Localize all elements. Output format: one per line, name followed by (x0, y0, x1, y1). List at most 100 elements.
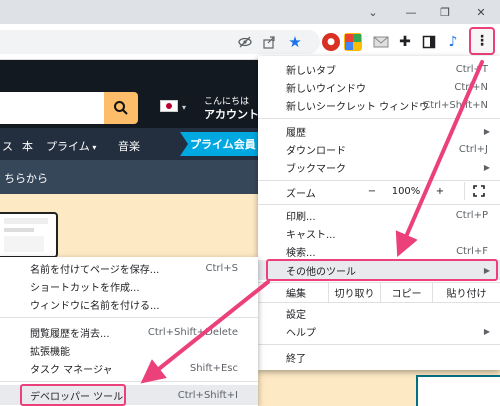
menu-item-label: ショートカットを作成... (30, 282, 140, 294)
menu-more-tools[interactable]: その他のツール ▶ (258, 260, 500, 280)
address-bar[interactable]: ★ (0, 30, 320, 54)
search-icon (114, 101, 128, 115)
menu-item-label: その他のツール (286, 266, 356, 278)
account-link[interactable]: アカウント (204, 106, 259, 122)
extension-red-icon[interactable]: ● (322, 33, 340, 51)
share-icon[interactable] (260, 33, 278, 51)
menu-item-label: 検索... (286, 247, 316, 259)
menu-cast[interactable]: キャスト... (258, 224, 500, 242)
menu-divider (0, 317, 258, 318)
chrome-menu-button[interactable]: ⋮ (469, 27, 495, 55)
menu-item-label: 終了 (286, 353, 306, 365)
menu-help[interactable]: ヘルプ ▶ (258, 322, 500, 340)
eye-off-icon[interactable] (236, 33, 254, 51)
minimize-button[interactable]: — (394, 0, 428, 24)
chevron-right-icon: ▶ (483, 126, 490, 136)
menu-shortcut: Ctrl+Shift+Delete (147, 326, 238, 338)
extension-mail-icon[interactable] (372, 33, 390, 51)
chevron-down-icon: ▾ (89, 143, 97, 152)
fullscreen-button[interactable] (464, 182, 492, 200)
menu-item-label: タスク マネージャ (30, 364, 113, 376)
menu-print[interactable]: 印刷... Ctrl+P (258, 206, 500, 224)
edit-label: 編集 (286, 288, 306, 300)
menu-shortcut: Ctrl+P (455, 209, 488, 221)
menu-divider (258, 302, 500, 303)
menu-item-label: キャスト... (286, 229, 336, 241)
music-icon[interactable]: ♪ (444, 33, 462, 51)
hero-image (0, 212, 58, 258)
submenu-name-window[interactable]: ウィンドウに名前を付ける... (0, 295, 258, 313)
submenu-create-shortcut[interactable]: ショートカットを作成... (0, 277, 258, 295)
search-button[interactable] (104, 92, 138, 124)
nav-item-music[interactable]: 音楽 (118, 138, 140, 154)
menu-history[interactable]: 履歴 ▶ (258, 122, 500, 140)
zoom-in-button[interactable]: + (426, 182, 454, 200)
side-panel-icon[interactable] (420, 33, 438, 51)
menu-exit[interactable]: 終了 (258, 348, 500, 366)
menu-item-label: デベロッパー ツール (30, 391, 124, 403)
chevron-down-icon: ▾ (182, 103, 187, 112)
close-button[interactable]: ✕ (464, 0, 498, 24)
promo-card[interactable] (416, 375, 500, 406)
nav-item-books[interactable]: 本 (22, 138, 33, 154)
paste-button[interactable]: 貼り付け (432, 282, 500, 302)
menu-edit: 編集 切り取り コピー 貼り付け (258, 282, 500, 302)
title-bar: ⌄ — ❐ ✕ (0, 0, 500, 24)
menu-shortcut: Ctrl+F (456, 245, 488, 257)
menu-item-label: 名前を付けてページを保存... (30, 264, 160, 276)
menu-divider (258, 344, 500, 345)
fullscreen-icon (472, 185, 485, 197)
menu-new-tab[interactable]: 新しいタブ Ctrl+T (258, 60, 500, 78)
kebab-menu-icon: ⋮ (475, 33, 489, 49)
bookmark-star-icon[interactable]: ★ (286, 33, 304, 51)
tab-search-icon[interactable]: ⌄ (356, 0, 390, 24)
language-flag[interactable] (160, 100, 178, 112)
menu-item-label: ウィンドウに名前を付ける... (30, 300, 160, 312)
menu-item-label: 新しいタブ (286, 65, 336, 77)
menu-settings[interactable]: 設定 (258, 304, 500, 322)
menu-item-label: 拡張機能 (30, 346, 70, 358)
menu-find[interactable]: 検索... Ctrl+F (258, 242, 500, 260)
menu-shortcut: Shift+Esc (189, 362, 238, 374)
browser-toolbar: ★ ● ✚ ♪ (0, 24, 500, 60)
prime-banner[interactable]: プライム会員 (180, 132, 270, 156)
menu-downloads[interactable]: ダウンロード Ctrl+J (258, 140, 500, 158)
menu-shortcut: Ctrl+N (454, 81, 488, 93)
search-input[interactable] (0, 92, 104, 124)
menu-shortcut: Ctrl+J (458, 143, 488, 155)
menu-item-label: ダウンロード (286, 145, 346, 157)
extension-multicolor-icon[interactable] (344, 33, 362, 51)
nav-item-prime[interactable]: プライム ▾ (46, 138, 96, 154)
copy-button[interactable]: コピー (380, 282, 432, 302)
zoom-out-button[interactable]: − (358, 182, 386, 200)
nav-item[interactable]: ス (2, 138, 13, 154)
chrome-main-menu: 新しいタブ Ctrl+T 新しいウインドウ Ctrl+N 新しいシークレット ウィン… (258, 56, 500, 370)
menu-item-label: 履歴 (286, 127, 306, 139)
extensions-puzzle-icon[interactable]: ✚ (396, 33, 414, 51)
cut-button[interactable]: 切り取り (328, 282, 380, 302)
submenu-task-manager[interactable]: タスク マネージャ Shift+Esc (0, 359, 258, 377)
menu-divider (258, 204, 500, 205)
menu-incognito[interactable]: 新しいシークレット ウィンドウ Ctrl+Shift+N (258, 96, 500, 114)
menu-item-label: 設定 (286, 309, 306, 321)
zoom-level: 100% (391, 185, 421, 197)
menu-shortcut: Ctrl+S (205, 262, 238, 274)
submenu-save-page[interactable]: 名前を付けてページを保存... Ctrl+S (0, 259, 258, 277)
submenu-extensions[interactable]: 拡張機能 (0, 341, 258, 359)
submenu-clear-data[interactable]: 閲覧履歴を消去... Ctrl+Shift+Delete (0, 323, 258, 341)
menu-new-window[interactable]: 新しいウインドウ Ctrl+N (258, 78, 500, 96)
menu-bookmarks[interactable]: ブックマーク ▶ (258, 158, 500, 176)
chevron-right-icon: ▶ (483, 162, 490, 172)
menu-item-label: ブックマーク (286, 163, 346, 175)
menu-divider (258, 180, 500, 181)
submenu-devtools[interactable]: デベロッパー ツール Ctrl+Shift+I (0, 385, 258, 405)
zoom-label: ズーム (286, 188, 316, 200)
sub-banner-text[interactable]: ちらから (4, 170, 48, 186)
menu-item-label: ヘルプ (286, 327, 316, 339)
chevron-right-icon: ▶ (483, 265, 490, 275)
restore-button[interactable]: ❐ (428, 0, 462, 24)
menu-divider (258, 118, 500, 119)
more-tools-submenu: 名前を付けてページを保存... Ctrl+S ショートカットを作成... ウィンド… (0, 257, 258, 406)
menu-item-label: 閲覧履歴を消去... (30, 328, 110, 340)
menu-divider (0, 381, 258, 382)
